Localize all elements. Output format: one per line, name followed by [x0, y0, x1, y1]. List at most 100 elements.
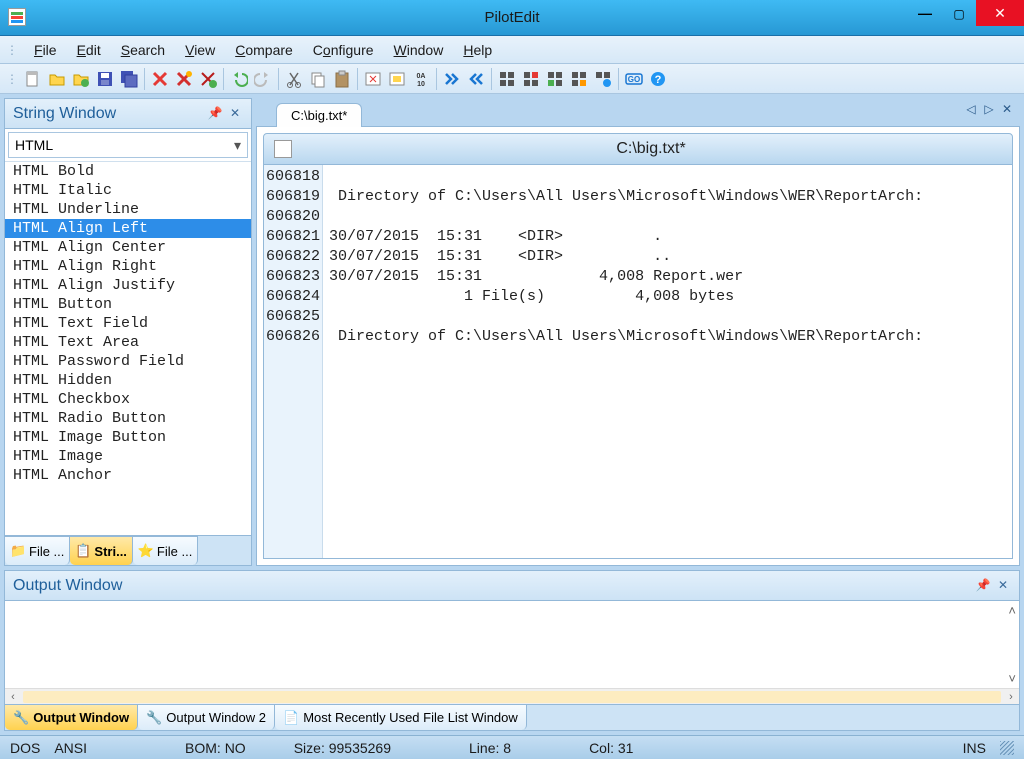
scroll-left-icon[interactable]: ‹: [5, 691, 21, 703]
editor-tab[interactable]: C:\big.txt*: [276, 103, 362, 127]
string-list-item[interactable]: HTML Password Field: [5, 352, 251, 371]
close-button[interactable]: [976, 0, 1024, 26]
string-list-item[interactable]: HTML Checkbox: [5, 390, 251, 409]
editor-body: C:\big.txt* 606818 606819 606820 606821 …: [256, 126, 1020, 566]
string-list-item[interactable]: HTML Align Center: [5, 238, 251, 257]
output-pin-icon[interactable]: 📌: [975, 578, 991, 594]
menu-file[interactable]: File: [24, 39, 67, 61]
hex-0a10-button[interactable]: 0A10: [410, 68, 432, 90]
string-category-dropdown[interactable]: HTML: [8, 132, 248, 158]
minimize-button[interactable]: [908, 0, 942, 26]
undo-button[interactable]: [228, 68, 250, 90]
string-list-item[interactable]: HTML Text Area: [5, 333, 251, 352]
menu-configure[interactable]: Configure: [303, 39, 384, 61]
tab-next-icon[interactable]: ▷: [982, 102, 996, 116]
string-list-item[interactable]: HTML Align Right: [5, 257, 251, 276]
tab-prev-icon[interactable]: ◁: [964, 102, 978, 116]
string-list-item[interactable]: HTML Image Button: [5, 428, 251, 447]
close-panel-icon[interactable]: ✕: [227, 106, 243, 122]
status-col: Col: 31: [589, 740, 633, 756]
string-list-item[interactable]: HTML Button: [5, 295, 251, 314]
grid-2-button[interactable]: [520, 68, 542, 90]
output-body[interactable]: ˄ ˅ ‹ ›: [5, 601, 1019, 704]
resize-grip-icon[interactable]: [1000, 741, 1014, 755]
output-tabs: 🔧Output Window🔧Output Window 2📄Most Rece…: [5, 704, 1019, 730]
toolbar-separator: [278, 68, 279, 90]
string-list-item[interactable]: HTML Anchor: [5, 466, 251, 485]
tab-icon: 📋: [75, 543, 91, 559]
grid-4-button[interactable]: [568, 68, 590, 90]
save-all-button[interactable]: [118, 68, 140, 90]
new-file-button[interactable]: [22, 68, 44, 90]
scroll-down-icon[interactable]: ˅: [1008, 671, 1016, 686]
menu-search[interactable]: Search: [111, 39, 175, 61]
menu-edit[interactable]: Edit: [67, 39, 111, 61]
string-list-item[interactable]: HTML Bold: [5, 162, 251, 181]
scrollbar-track[interactable]: [23, 691, 1001, 703]
maximize-button[interactable]: [942, 0, 976, 26]
redo-button[interactable]: [252, 68, 274, 90]
left-panel-tab[interactable]: 📁File ...: [5, 536, 70, 565]
menu-view[interactable]: View: [175, 39, 225, 61]
tab-label: Most Recently Used File List Window: [303, 710, 518, 725]
string-list-item[interactable]: HTML Text Field: [5, 314, 251, 333]
open-file-button[interactable]: [46, 68, 68, 90]
tab-icon: ⭐: [138, 543, 154, 559]
code-text-area[interactable]: Directory of C:\Users\All Users\Microsof…: [323, 165, 1012, 558]
string-list-item[interactable]: HTML Image: [5, 447, 251, 466]
string-list-item[interactable]: HTML Align Justify: [5, 276, 251, 295]
toolbar-separator: [357, 68, 358, 90]
open-ftp-button[interactable]: [70, 68, 92, 90]
delete-x-button[interactable]: [149, 68, 171, 90]
tab-label: Stri...: [94, 544, 127, 559]
string-list-item[interactable]: HTML Radio Button: [5, 409, 251, 428]
horizontal-scrollbar[interactable]: ‹ ›: [5, 688, 1019, 704]
grid-1-button[interactable]: [496, 68, 518, 90]
svg-text:GO: GO: [628, 75, 640, 84]
editor-content[interactable]: 606818 606819 606820 606821 606822 60682…: [263, 165, 1013, 559]
menu-help[interactable]: Help: [453, 39, 502, 61]
string-list-item[interactable]: HTML Italic: [5, 181, 251, 200]
copy-button[interactable]: [307, 68, 329, 90]
dbl-arrow-right-button[interactable]: [441, 68, 463, 90]
save-button[interactable]: [94, 68, 116, 90]
title-bar: PilotEdit: [0, 0, 1024, 36]
pin-icon[interactable]: 📌: [207, 106, 223, 122]
string-list-item[interactable]: HTML Underline: [5, 200, 251, 219]
left-panel-tab[interactable]: ⭐File ...: [133, 536, 198, 565]
grid-settings-button[interactable]: [592, 68, 614, 90]
go-button[interactable]: GO: [623, 68, 645, 90]
status-bar: DOS ANSI BOM: NO Size: 99535269 Line: 8 …: [0, 735, 1024, 759]
string-window-title: String Window: [13, 105, 116, 123]
output-tab[interactable]: 🔧Output Window 2: [138, 705, 275, 730]
toggle-2-button[interactable]: [386, 68, 408, 90]
output-window-panel: Output Window 📌 ✕ ˄ ˅ ‹ › 🔧Output Window…: [4, 570, 1020, 731]
tab-close-icon[interactable]: ✕: [1000, 102, 1014, 116]
toolbar: ⋮ 0A10GO?: [0, 64, 1024, 94]
toggle-1-button[interactable]: [362, 68, 384, 90]
tab-label: File ...: [157, 544, 192, 559]
cut-button[interactable]: [283, 68, 305, 90]
editor-title-text: C:\big.txt*: [300, 140, 1002, 158]
tab-label: Output Window 2: [166, 710, 266, 725]
menu-window[interactable]: Window: [384, 39, 454, 61]
scroll-up-icon[interactable]: ˄: [1008, 603, 1016, 618]
left-panel-tab[interactable]: 📋Stri...: [70, 536, 133, 565]
grid-3-button[interactable]: [544, 68, 566, 90]
string-list: HTML BoldHTML ItalicHTML UnderlineHTML A…: [5, 161, 251, 535]
string-list-item[interactable]: HTML Hidden: [5, 371, 251, 390]
output-tab[interactable]: 📄Most Recently Used File List Window: [275, 705, 527, 730]
editor-panel: C:\big.txt* ◁ ▷ ✕ C:\big.txt* 606818 606…: [256, 98, 1020, 566]
output-tab[interactable]: 🔧Output Window: [5, 705, 138, 730]
scroll-right-icon[interactable]: ›: [1003, 691, 1019, 703]
paste-button[interactable]: [331, 68, 353, 90]
menu-compare[interactable]: Compare: [225, 39, 303, 61]
help-button[interactable]: ?: [647, 68, 669, 90]
delete-red-x-button[interactable]: [173, 68, 195, 90]
output-close-icon[interactable]: ✕: [995, 578, 1011, 594]
add-green-button[interactable]: [197, 68, 219, 90]
menu-bar: ⋮ FileEditSearchViewCompareConfigureWind…: [0, 36, 1024, 64]
string-window-header: String Window 📌 ✕: [5, 99, 251, 129]
dbl-arrow-left-button[interactable]: [465, 68, 487, 90]
string-list-item[interactable]: HTML Align Left: [5, 219, 251, 238]
